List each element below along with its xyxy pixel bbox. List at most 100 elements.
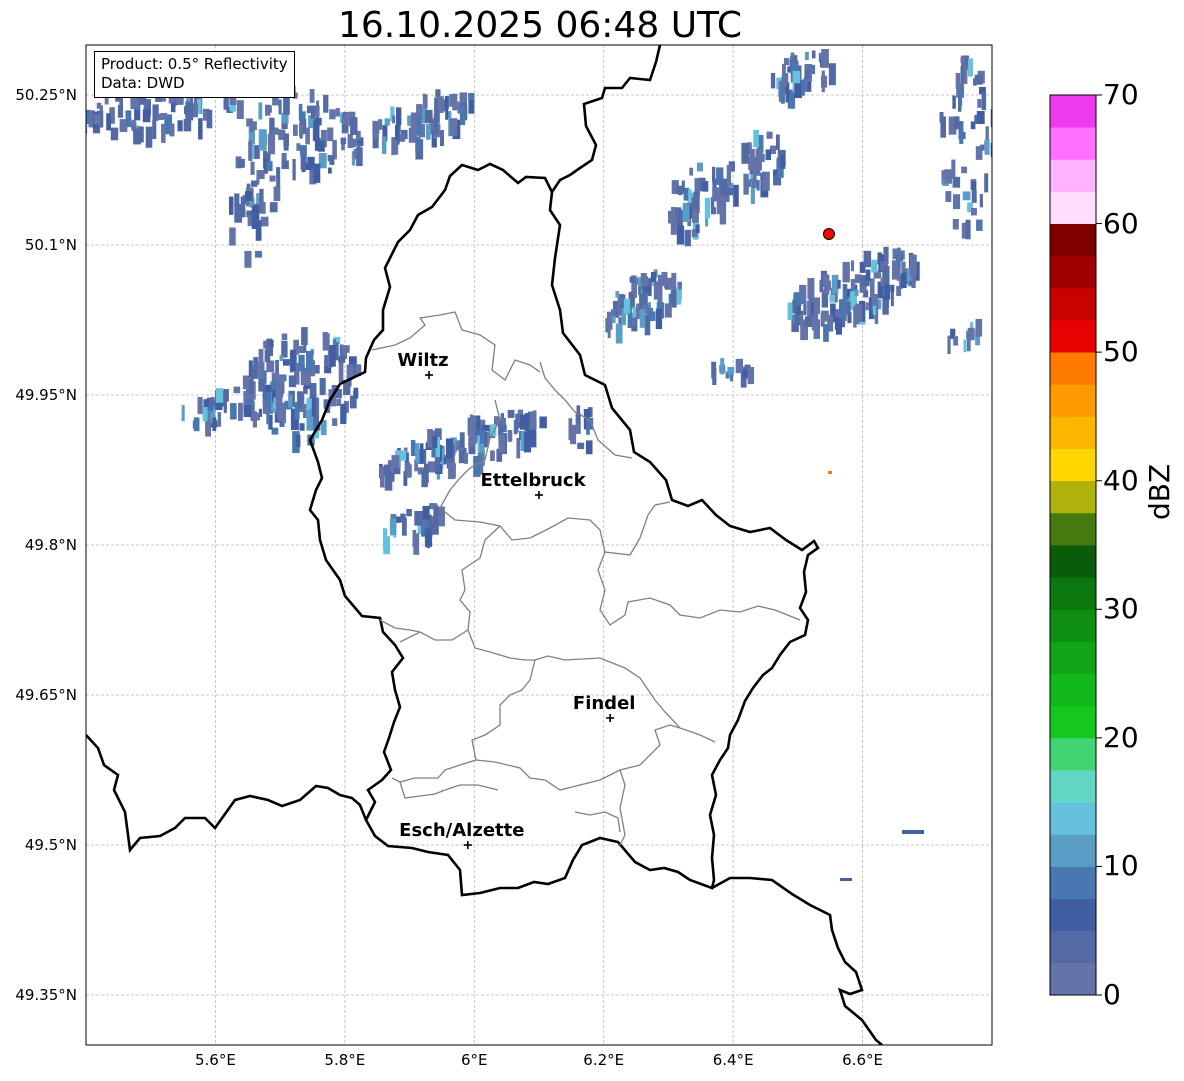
echo-cell	[283, 359, 290, 366]
echo-cell	[945, 191, 952, 202]
echo-cell	[953, 336, 959, 346]
echo-cell	[193, 417, 200, 432]
echo-cell	[243, 404, 252, 418]
lon-tick-label: 6.6°E	[842, 1051, 883, 1069]
echo-cell	[961, 166, 967, 174]
echo-cell	[338, 362, 344, 383]
echo-cell	[415, 443, 420, 464]
echo-cell	[258, 129, 267, 151]
echo-cell	[963, 65, 968, 84]
echo-cell	[846, 301, 851, 315]
echo-cell	[971, 181, 977, 190]
colorbar-segment	[1050, 448, 1096, 482]
echo-cell	[259, 188, 264, 203]
echo-cell	[433, 114, 438, 134]
colorbar-segment	[1050, 320, 1096, 353]
echo-cell	[712, 367, 717, 385]
echo-cell	[276, 167, 281, 189]
echo-cell	[233, 386, 241, 394]
echo-cell	[901, 261, 906, 272]
echo-cell	[459, 432, 465, 448]
colorbar-segment	[1050, 480, 1096, 514]
echo-cell	[306, 351, 314, 372]
echo-cell	[269, 175, 276, 182]
echo-cell	[389, 518, 397, 536]
colorbar-tick-label: 30	[1103, 592, 1139, 626]
echo-cell	[230, 406, 237, 419]
echo-cell	[275, 385, 283, 405]
echo-cell	[507, 409, 515, 418]
echo-cell	[314, 137, 321, 151]
echo-cell	[440, 130, 444, 147]
echo-cell	[292, 159, 296, 181]
colorbar-segment	[1050, 545, 1096, 578]
echo-cell	[753, 164, 757, 185]
echo-cell	[424, 463, 429, 484]
echo-cell	[990, 109, 992, 128]
echo-cell	[398, 450, 407, 461]
echo-cell	[664, 303, 672, 318]
echo-cell	[392, 115, 396, 124]
echo-cell	[427, 429, 433, 448]
echo-cell	[490, 450, 495, 461]
echo-cell	[648, 311, 656, 321]
echo-cell	[684, 229, 691, 247]
echo-cell	[388, 471, 395, 482]
echo-cell	[854, 289, 859, 297]
echo-cell	[990, 142, 992, 158]
echo-cell	[953, 194, 961, 210]
echo-cell	[837, 279, 841, 289]
echo-cell	[340, 137, 347, 145]
echo-cell	[976, 111, 985, 124]
echo-cell	[410, 112, 417, 133]
lat-tick-label: 49.95°N	[15, 386, 77, 404]
echo-cell	[811, 50, 816, 59]
echo-cell	[202, 407, 208, 422]
echo-cell	[181, 405, 185, 422]
echo-cell	[157, 113, 164, 120]
echo-cell	[834, 316, 838, 330]
colorbar-segment	[1050, 512, 1096, 546]
echo-cell	[298, 354, 305, 372]
echo-cell	[891, 260, 898, 280]
echo-cell	[821, 75, 827, 88]
lon-tick-label: 6.2°E	[583, 1051, 624, 1069]
echo-cell	[248, 140, 253, 161]
echo-cell	[829, 294, 835, 303]
colorbar-segment	[1050, 866, 1096, 899]
echo-cell	[963, 339, 967, 353]
info-box: Product: 0.5° Reflectivity Data: DWD	[94, 51, 295, 98]
echo-cell	[152, 120, 157, 140]
echo-cell	[137, 126, 144, 143]
echo-cell	[470, 416, 477, 436]
echo-cell	[335, 108, 340, 117]
echo-cell	[415, 115, 422, 136]
echo-cell	[585, 440, 593, 455]
echo-cell	[374, 130, 379, 140]
colorbar-segment	[1050, 223, 1096, 257]
echo-cell	[258, 361, 265, 379]
echo-cell	[311, 397, 317, 417]
echo-cell	[251, 209, 260, 229]
echo-cell	[384, 118, 390, 126]
colorbar	[1049, 94, 1102, 996]
echo-cell	[971, 189, 977, 203]
echo-cell	[676, 289, 682, 305]
lon-tick-label: 5.8°E	[324, 1051, 365, 1069]
echo-cell	[449, 94, 456, 107]
echo-cell	[753, 129, 759, 148]
colorbar-segment	[1050, 159, 1096, 192]
lat-tick-label: 49.35°N	[15, 986, 77, 1004]
echo-cell	[479, 430, 486, 444]
echo-cell	[976, 219, 983, 231]
echo-cell	[106, 113, 111, 131]
echo-cell	[901, 272, 907, 288]
echo-cell	[670, 217, 677, 235]
echo-cell	[246, 118, 253, 127]
echo-cell	[424, 528, 433, 547]
echo-cell	[405, 462, 411, 477]
echo-cell	[820, 310, 829, 322]
echo-cell	[981, 92, 987, 111]
echo-cell	[702, 181, 709, 192]
echo-cell	[393, 467, 401, 475]
